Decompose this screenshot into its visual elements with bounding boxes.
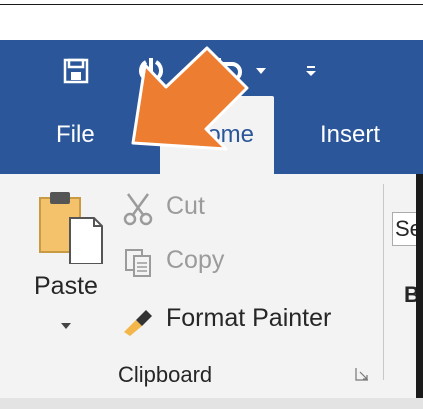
scissors-icon [123, 193, 153, 226]
clipboard-icon [39, 192, 103, 264]
save-icon [63, 58, 89, 84]
undo-dropdown-button[interactable] [252, 56, 270, 86]
clipboard-dialog-launcher[interactable] [354, 366, 370, 382]
undo-button[interactable] [206, 56, 246, 86]
format-painter-brush-icon [124, 310, 152, 336]
cut-label: Cut [166, 192, 205, 220]
group-separator [383, 184, 384, 380]
save-button[interactable] [60, 56, 92, 86]
format-painter-button[interactable]: Format Painter [120, 302, 370, 338]
chevron-down-icon [61, 323, 71, 329]
paste-label: Paste [34, 272, 98, 300]
undo-icon [210, 58, 242, 82]
format-painter-label: Format Painter [166, 304, 332, 332]
copy-button[interactable]: Copy [120, 244, 260, 280]
chevron-down-icon [256, 68, 266, 74]
paste-button[interactable]: Paste [28, 184, 108, 350]
tab-home[interactable]: Home [160, 96, 275, 174]
copy-icon [125, 249, 151, 277]
divider [0, 4, 423, 5]
customize-qat-button[interactable] [300, 56, 322, 86]
window-top-edge [0, 0, 423, 40]
customize-qat-icon [306, 66, 316, 76]
window-right-edge [416, 174, 423, 398]
autosave-refresh-icon [139, 58, 163, 83]
copy-label: Copy [166, 246, 225, 274]
cut-button[interactable]: Cut [120, 190, 220, 226]
ribbon-bottom-bar [0, 398, 423, 409]
dialog-launcher-icon [355, 368, 368, 381]
clipboard-group-label: Clipboard [118, 362, 213, 387]
tab-file[interactable]: File [56, 112, 95, 158]
autosave-button[interactable] [134, 56, 168, 86]
tab-insert[interactable]: Insert [320, 112, 380, 158]
